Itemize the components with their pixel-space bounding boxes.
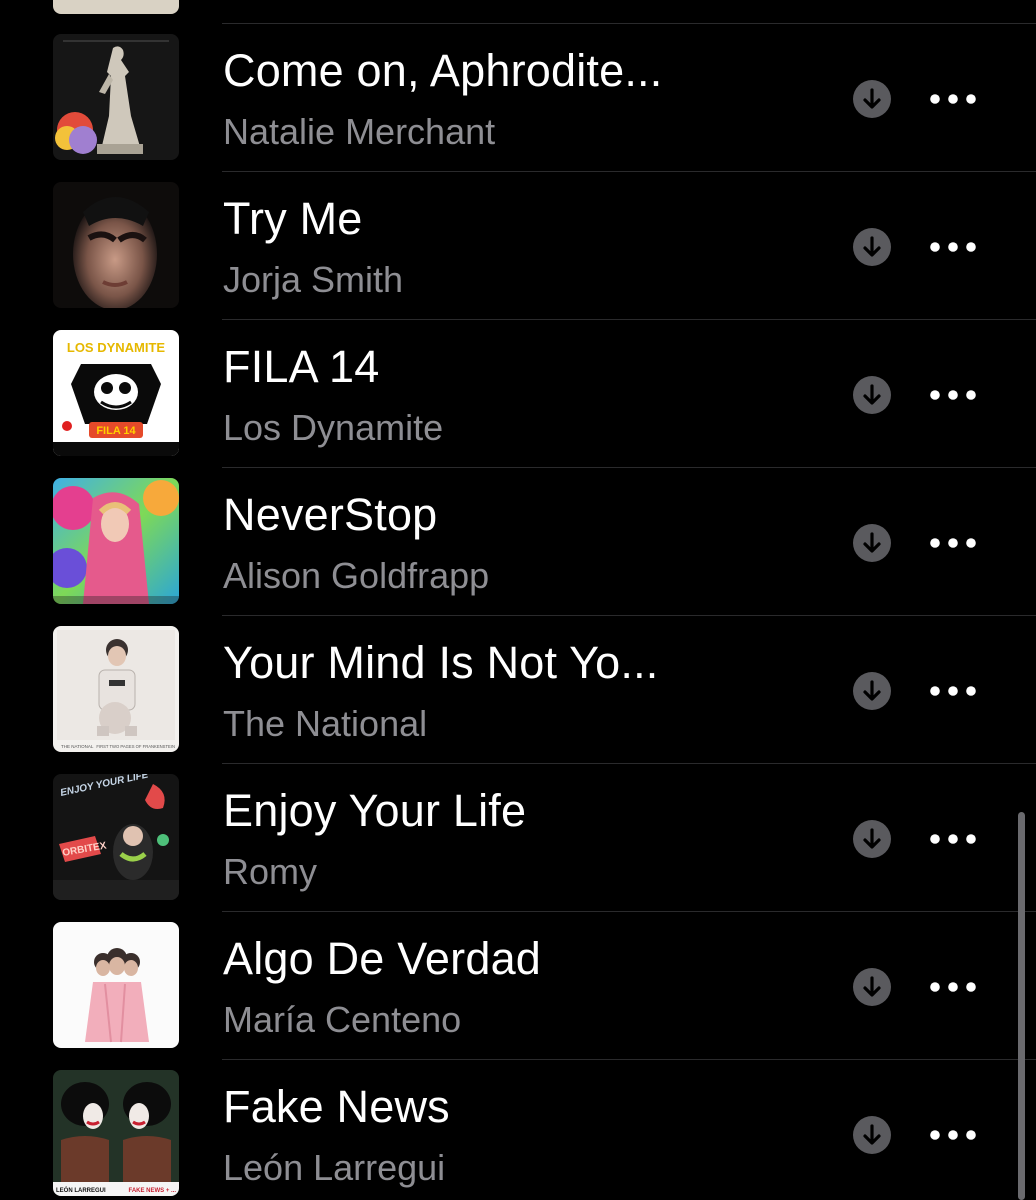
song-row[interactable]: Try Me Jorja Smith (0, 172, 1036, 320)
artist-name: María Centeno (223, 999, 462, 1040)
more-options-button[interactable] (925, 674, 981, 708)
album-artwork: LEÓN LARREGUI FAKE NEWS + ... (53, 1070, 179, 1196)
song-title: Enjoy Your Life (223, 785, 527, 836)
more-options-icon (930, 242, 976, 252)
album-artwork: ENJOY YOUR LIFE ORBITEX (53, 774, 179, 900)
portrait-artwork (53, 182, 179, 308)
more-options-icon (930, 686, 976, 696)
previous-song-title-fragment (430, 0, 470, 6)
song-title: NeverStop (223, 489, 438, 540)
colorful-portrait-artwork (53, 478, 179, 604)
song-title: FILA 14 (223, 341, 380, 392)
song-row[interactable]: Algo De Verdad María Centeno (0, 912, 1036, 1060)
more-options-icon (930, 94, 976, 104)
song-row[interactable]: NeverStop Alison Goldfrapp (0, 468, 1036, 616)
download-button[interactable] (853, 376, 891, 414)
statue-artwork (53, 34, 179, 160)
more-options-button[interactable] (925, 822, 981, 856)
download-icon (863, 976, 881, 997)
leon-cover-right-text: FAKE NEWS + ... (128, 1188, 176, 1194)
artist-name: The National (223, 703, 428, 744)
more-options-button[interactable] (925, 1118, 981, 1152)
artist-name: Alison Goldfrapp (223, 555, 490, 596)
song-title: Try Me (223, 193, 363, 244)
more-options-icon (930, 834, 976, 844)
song-row[interactable]: LEÓN LARREGUI FAKE NEWS + ... Fake News … (0, 1060, 1036, 1200)
los-dynamite-logo-text: LOS DYNAMITE (67, 340, 166, 355)
more-options-icon (930, 982, 976, 992)
album-artwork (53, 182, 179, 308)
download-icon (863, 384, 881, 405)
more-options-icon (930, 1130, 976, 1140)
cartoon-artwork: LOS DYNAMITE FILA 14 (53, 330, 179, 456)
download-button[interactable] (853, 228, 891, 266)
download-button[interactable] (853, 1116, 891, 1154)
song-title: Algo De Verdad (223, 933, 542, 984)
song-row[interactable]: Come on, Aphrodite... Natalie Merchant (0, 24, 1036, 172)
album-artwork (53, 922, 179, 1048)
song-list-screen: Come on, Aphrodite... Natalie Merchant T… (0, 0, 1036, 1200)
more-options-icon (930, 538, 976, 548)
album-artwork: THE NATIONAL FIRST TWO PAGES OF FRANKENS… (53, 626, 179, 752)
song-row[interactable]: THE NATIONAL FIRST TWO PAGES OF FRANKENS… (0, 616, 1036, 764)
more-options-button[interactable] (925, 378, 981, 412)
download-icon (863, 828, 881, 849)
figures-artwork (53, 922, 179, 1048)
download-icon (863, 236, 881, 257)
download-button[interactable] (853, 672, 891, 710)
download-button[interactable] (853, 524, 891, 562)
download-icon (863, 88, 881, 109)
national-cover-right-text: FIRST TWO PAGES OF FRANKENSTEIN (96, 744, 175, 749)
download-button[interactable] (853, 820, 891, 858)
artist-name: Natalie Merchant (223, 111, 496, 152)
more-options-button[interactable] (925, 526, 981, 560)
artist-name: León Larregui (223, 1147, 446, 1188)
song-title: Fake News (223, 1081, 450, 1132)
masks-artwork: LEÓN LARREGUI FAKE NEWS + ... (53, 1070, 179, 1196)
scroll-indicator[interactable] (1018, 812, 1025, 1200)
previous-song-artwork[interactable] (53, 0, 179, 14)
leon-cover-left-text: LEÓN LARREGUI (56, 1186, 106, 1194)
neon-artwork: ENJOY YOUR LIFE ORBITEX (53, 774, 179, 900)
download-button[interactable] (853, 80, 891, 118)
more-options-button[interactable] (925, 230, 981, 264)
album-artwork: LOS DYNAMITE FILA 14 (53, 330, 179, 456)
national-cover-left-text: THE NATIONAL (61, 744, 94, 749)
download-icon (863, 680, 881, 701)
song-row[interactable]: LOS DYNAMITE FILA 14 FILA 14 Los Dynamit… (0, 320, 1036, 468)
album-artwork (53, 34, 179, 160)
song-list: Come on, Aphrodite... Natalie Merchant T… (0, 24, 1036, 1200)
more-options-icon (930, 390, 976, 400)
download-button[interactable] (853, 968, 891, 1006)
download-icon (863, 532, 881, 553)
song-title: Your Mind Is Not Yo... (223, 637, 659, 688)
song-row[interactable]: ENJOY YOUR LIFE ORBITEX Enjoy Your Life … (0, 764, 1036, 912)
fila-14-badge-text: FILA 14 (96, 425, 136, 437)
album-artwork (53, 478, 179, 604)
artist-name: Los Dynamite (223, 407, 444, 448)
artist-name: Romy (223, 851, 318, 892)
more-options-button[interactable] (925, 970, 981, 1004)
artist-name: Jorja Smith (223, 259, 404, 300)
song-title: Come on, Aphrodite... (223, 45, 663, 96)
child-photo-artwork: THE NATIONAL FIRST TWO PAGES OF FRANKENS… (53, 626, 179, 752)
more-options-button[interactable] (925, 82, 981, 116)
download-icon (863, 1124, 881, 1145)
